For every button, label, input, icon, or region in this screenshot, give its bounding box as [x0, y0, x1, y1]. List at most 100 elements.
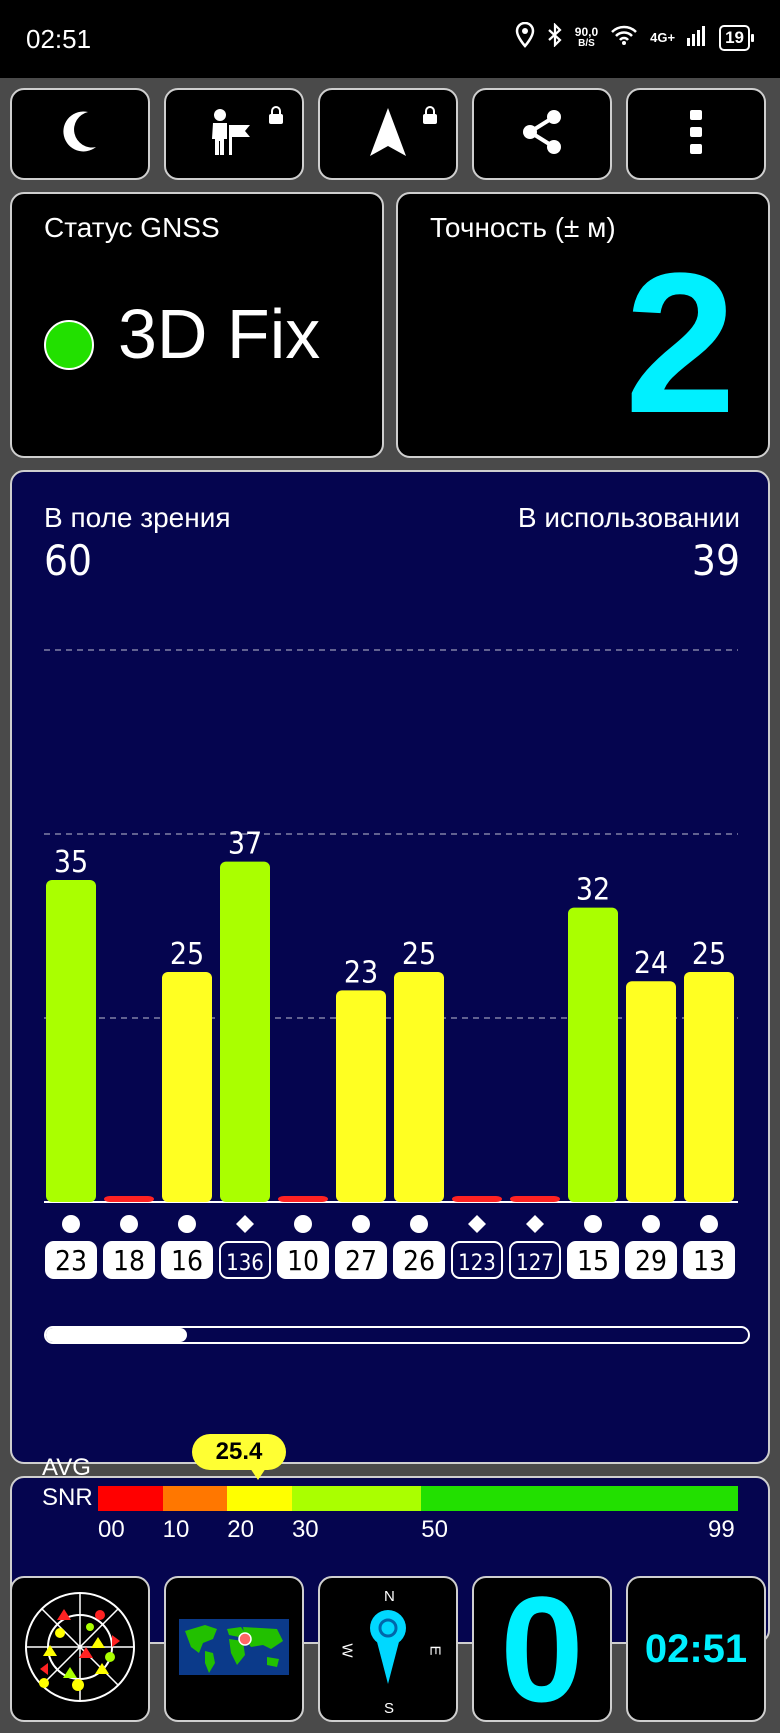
- galileo-marker-icon: [468, 1215, 486, 1233]
- satellite-id-label: 16: [171, 1244, 203, 1277]
- satellite-id-label: 127: [516, 1251, 554, 1276]
- snr-scale-tick: 99: [708, 1516, 735, 1543]
- gps-marker-icon: [294, 1215, 312, 1233]
- snr-bar: [104, 1196, 154, 1202]
- status-bar: 02:51 90,0 B/S 4G+ 19: [0, 0, 780, 78]
- accuracy-panel[interactable]: Точность (± м) 2: [396, 192, 770, 458]
- bar-value-label: 32: [576, 873, 610, 908]
- gps-marker-icon: [120, 1215, 138, 1233]
- compass-east: E: [426, 1645, 444, 1656]
- snr-scale-tick: 30: [291, 1516, 319, 1543]
- network-type: 4G+: [650, 30, 676, 45]
- satellite-id-label: 27: [345, 1244, 377, 1277]
- gps-marker-icon: [352, 1215, 370, 1233]
- more-vert-icon: [688, 109, 704, 160]
- snr-bar: [278, 1196, 328, 1202]
- chart-scrollbar[interactable]: [44, 1326, 750, 1344]
- share-button[interactable]: [472, 88, 612, 180]
- satellite-id-label: 15: [577, 1244, 609, 1277]
- signal-icon: [687, 24, 707, 51]
- galileo-marker-icon: [236, 1215, 254, 1233]
- snr-scale-segment: [98, 1486, 163, 1511]
- snr-label: SNR: [42, 1484, 93, 1511]
- wifi-icon: [610, 24, 638, 51]
- bluetooth-icon: [547, 22, 563, 52]
- snr-bar: [220, 861, 270, 1202]
- clock-value: 02:51: [644, 1626, 748, 1671]
- bar-value-label: 25: [170, 937, 204, 972]
- snr-scale-tick: 00: [98, 1516, 125, 1543]
- compass-needle-icon: [368, 1609, 408, 1689]
- compass-north: N: [384, 1588, 395, 1605]
- counter-button[interactable]: 0: [472, 1574, 612, 1724]
- snr-bar: [452, 1196, 502, 1202]
- navigation-button[interactable]: [318, 88, 458, 180]
- snr-scale-segment: [421, 1486, 738, 1511]
- snr-bar: [684, 972, 734, 1202]
- app-root: Статус GNSS 3D Fix Точность (± м) 2 В по…: [0, 78, 780, 1733]
- snr-bar: [510, 1196, 560, 1202]
- satellite-id-label: 18: [113, 1244, 145, 1277]
- bar-value-label: 35: [54, 845, 88, 880]
- snr-bar: [336, 990, 386, 1202]
- bar-value-label: 25: [692, 937, 726, 972]
- gps-marker-icon: [410, 1215, 428, 1233]
- satellites-panel[interactable]: В поле зрения 60 В использовании 39 35 23…: [10, 470, 770, 1464]
- compass-west: W: [338, 1643, 356, 1658]
- world-map-icon: [179, 1618, 289, 1680]
- bar-value-label: 24: [634, 946, 668, 981]
- compass-button[interactable]: N S W E: [318, 1576, 458, 1722]
- avg-snr-bubble: 25.4: [192, 1434, 286, 1480]
- location-icon: [515, 21, 535, 53]
- gps-marker-icon: [178, 1215, 196, 1233]
- avg-label: AVG: [42, 1454, 91, 1481]
- network-speed: 90,0 B/S: [575, 26, 598, 50]
- navigation-arrow-icon: [368, 106, 408, 163]
- in-use-label: В использовании: [517, 502, 740, 533]
- satellite-id-label: 136: [226, 1251, 264, 1276]
- satellite-id-label: 13: [693, 1244, 725, 1277]
- waypoint-button[interactable]: [164, 88, 304, 180]
- gnss-status-label: Статус GNSS: [44, 212, 220, 243]
- skyplot-icon: [20, 1587, 140, 1712]
- snr-bar: [394, 972, 444, 1202]
- gnss-status-value: 3D Fix: [118, 295, 321, 373]
- bar-value-label: 23: [344, 955, 378, 990]
- galileo-marker-icon: [526, 1215, 544, 1233]
- map-button[interactable]: [164, 1576, 304, 1722]
- gps-marker-icon: [62, 1215, 80, 1233]
- battery-icon: 19: [719, 24, 754, 51]
- skyplot-button[interactable]: [10, 1576, 150, 1722]
- snr-scale-segment: [291, 1486, 422, 1511]
- snr-bar: [46, 880, 96, 1202]
- snr-bar: [162, 972, 212, 1202]
- accuracy-value: 2: [624, 232, 736, 455]
- person-flag-icon: [209, 107, 259, 162]
- gnss-status-panel[interactable]: Статус GNSS 3D Fix: [10, 192, 384, 458]
- compass-south: S: [384, 1700, 395, 1717]
- satellite-id-label: 23: [55, 1244, 87, 1277]
- satellite-id-label: 29: [635, 1244, 667, 1277]
- snr-scale-segment: [162, 1486, 228, 1511]
- satellite-id-label: 26: [403, 1244, 435, 1277]
- satellite-snr-chart: 35 23 18 25 16 37 136 10 23 27 25 26 123 127 32 15 24 29 2…: [44, 649, 738, 1279]
- satellite-id-label: 10: [287, 1244, 319, 1277]
- clock-button[interactable]: 02:51: [626, 1576, 766, 1722]
- snr-scale-bar: [98, 1486, 738, 1511]
- lock-icon: [422, 106, 438, 129]
- bar-value-label: 37: [228, 827, 262, 862]
- accuracy-label: Точность (± м): [430, 212, 616, 243]
- status-icons: 90,0 B/S 4G+ 19: [515, 21, 754, 53]
- snr-scale-segment: [227, 1486, 292, 1511]
- in-use-count: 39: [691, 536, 740, 585]
- snr-bar: [568, 907, 618, 1202]
- in-view-count: 60: [44, 536, 93, 585]
- scrollbar-thumb[interactable]: [46, 1328, 188, 1342]
- night-mode-button[interactable]: [10, 88, 150, 180]
- moon-icon: [60, 109, 100, 160]
- snr-scale-tick: 50: [421, 1516, 448, 1543]
- bar-value-label: 25: [402, 937, 436, 972]
- more-options-button[interactable]: [626, 88, 766, 180]
- speed-unit: B/S: [578, 37, 595, 49]
- speed-value: 90,0: [574, 24, 599, 39]
